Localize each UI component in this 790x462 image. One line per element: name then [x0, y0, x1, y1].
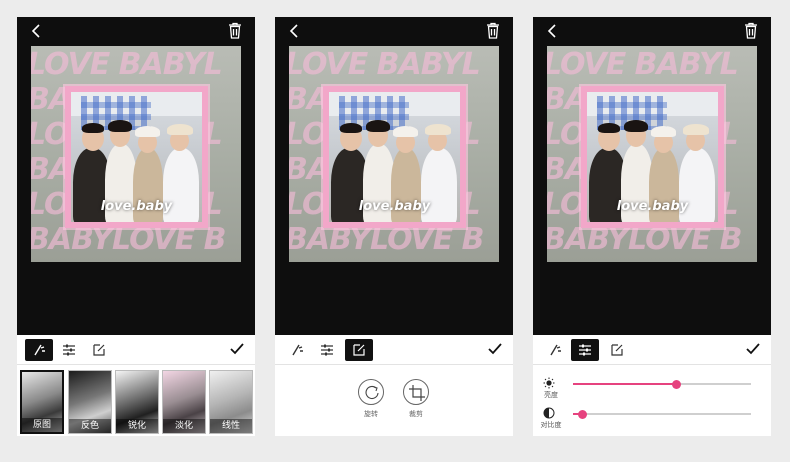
filter-linear[interactable]: 线性 — [209, 370, 253, 434]
filter-invert[interactable]: 反色 — [68, 370, 112, 434]
group-photo: love.baby — [329, 92, 460, 222]
sliders-icon — [321, 344, 333, 356]
background-text-row: BABYLOVE B — [31, 222, 227, 257]
edited-photo: LOVE BABYLBABYLOVELOVE BABYLBABYLOVELOVE… — [289, 46, 499, 262]
bottom-panel: 原图 反色 锐化 淡化 线性 — [17, 335, 255, 436]
back-arrow-icon[interactable] — [287, 23, 303, 39]
filter-tool-button[interactable] — [25, 339, 53, 361]
person-1-hair — [598, 123, 620, 133]
back-arrow-icon[interactable] — [545, 23, 561, 39]
editor-screen-adjust: LOVE BABYLBABYLOVELOVE BABYLBABYLOVELOVE… — [533, 17, 771, 436]
filter-sharpen[interactable]: 锐化 — [115, 370, 159, 434]
adjust-tool-button[interactable] — [55, 339, 83, 361]
rotate-button[interactable] — [358, 379, 384, 405]
person-1-hair — [340, 123, 362, 133]
bottom-panel: 亮度 对比度 — [533, 335, 771, 436]
filter-tool-button[interactable] — [283, 339, 311, 361]
rotate-label: 旋转 — [364, 410, 378, 418]
bottom-panel: 旋转 裁剪 — [275, 335, 513, 436]
person-1-hair — [82, 123, 104, 133]
contrast-thumb[interactable] — [577, 410, 587, 419]
contrast-slider[interactable] — [573, 410, 751, 419]
background-text-row: BABYLOVE B — [289, 222, 485, 257]
magic-wand-icon — [292, 344, 303, 356]
filter-tool-button[interactable] — [541, 339, 569, 361]
tool-bar — [17, 335, 255, 365]
back-arrow-icon[interactable] — [29, 23, 45, 39]
tool-bar — [275, 335, 513, 365]
edit-tool-button[interactable] — [345, 339, 373, 361]
person-2-hair — [624, 120, 648, 132]
trash-icon[interactable] — [485, 22, 501, 39]
person-3-hat — [651, 126, 676, 137]
tool-bar — [533, 335, 771, 365]
editor-screen-filters: LOVE BABYLBABYLOVELOVE BABYLBABYLOVELOVE… — [17, 17, 255, 436]
background-text-row: BABYLOVE B — [547, 222, 743, 257]
contrast-row: 对比度 — [533, 407, 771, 433]
edit-icon — [93, 344, 105, 356]
background-text-row: LOVE BABYL — [547, 47, 739, 82]
edit-tool-button[interactable] — [85, 339, 113, 361]
top-bar — [17, 17, 255, 45]
photo-frame: love.baby — [581, 86, 724, 228]
filter-label: 线性 — [210, 419, 252, 433]
filter-label: 锐化 — [116, 419, 158, 433]
person-4-hat — [425, 124, 451, 135]
person-3-hat — [393, 126, 418, 137]
filter-fade[interactable]: 淡化 — [162, 370, 206, 434]
magic-wand-icon — [550, 344, 561, 356]
top-bar — [533, 17, 771, 45]
person-4-hat — [167, 124, 193, 135]
brightness-slider[interactable] — [573, 380, 751, 389]
crop-button[interactable] — [403, 379, 429, 405]
confirm-check-icon[interactable] — [229, 341, 245, 357]
person-4-hat — [683, 124, 709, 135]
filter-label: 淡化 — [163, 419, 205, 433]
top-bar — [275, 17, 513, 45]
filter-label: 反色 — [69, 419, 111, 433]
adjust-tool-button[interactable] — [313, 339, 341, 361]
person-2-hair — [108, 120, 132, 132]
edit-icon — [611, 344, 623, 356]
photo-caption: love.baby — [616, 199, 689, 214]
edit-tool-button[interactable] — [603, 339, 631, 361]
edited-photo: LOVE BABYLBABYLOVELOVE BABYLBABYLOVELOVE… — [547, 46, 757, 262]
group-photo: love.baby — [587, 92, 718, 222]
person-2-hair — [366, 120, 390, 132]
filter-strip: 原图 反色 锐化 淡化 线性 — [17, 368, 255, 436]
trash-icon[interactable] — [227, 22, 243, 39]
rotate-icon — [365, 385, 379, 399]
contrast-icon — [543, 407, 555, 419]
filter-original[interactable]: 原图 — [20, 370, 64, 434]
brightness-label: 亮度 — [544, 391, 558, 399]
adjust-tool-button[interactable] — [571, 339, 599, 361]
photo-caption: love.baby — [358, 199, 431, 214]
sliders-icon — [63, 344, 75, 356]
background-text-row: LOVE BABYL — [31, 47, 223, 82]
crop-label: 裁剪 — [409, 410, 423, 418]
photo-frame: love.baby — [65, 86, 208, 228]
editor-screen-edit: LOVE BABYLBABYLOVELOVE BABYLBABYLOVELOVE… — [275, 17, 513, 436]
confirm-check-icon[interactable] — [487, 341, 503, 357]
group-photo: love.baby — [71, 92, 202, 222]
confirm-check-icon[interactable] — [745, 341, 761, 357]
filter-label: 原图 — [22, 418, 62, 432]
photo-frame: love.baby — [323, 86, 466, 228]
photo-caption: love.baby — [100, 199, 173, 214]
person-3-hat — [135, 126, 160, 137]
sliders-icon — [579, 344, 591, 356]
magic-wand-icon — [34, 344, 45, 356]
edit-icon — [353, 344, 365, 356]
background-text-row: LOVE BABYL — [289, 47, 481, 82]
brightness-thumb[interactable] — [672, 380, 682, 389]
brightness-row: 亮度 — [533, 377, 771, 403]
brightness-fill — [573, 383, 677, 385]
brightness-icon — [543, 377, 555, 389]
trash-icon[interactable] — [743, 22, 759, 39]
contrast-label: 对比度 — [540, 421, 562, 429]
crop-icon — [409, 385, 425, 401]
edited-photo: LOVE BABYLBABYLOVELOVE BABYLBABYLOVELOVE… — [31, 46, 241, 262]
